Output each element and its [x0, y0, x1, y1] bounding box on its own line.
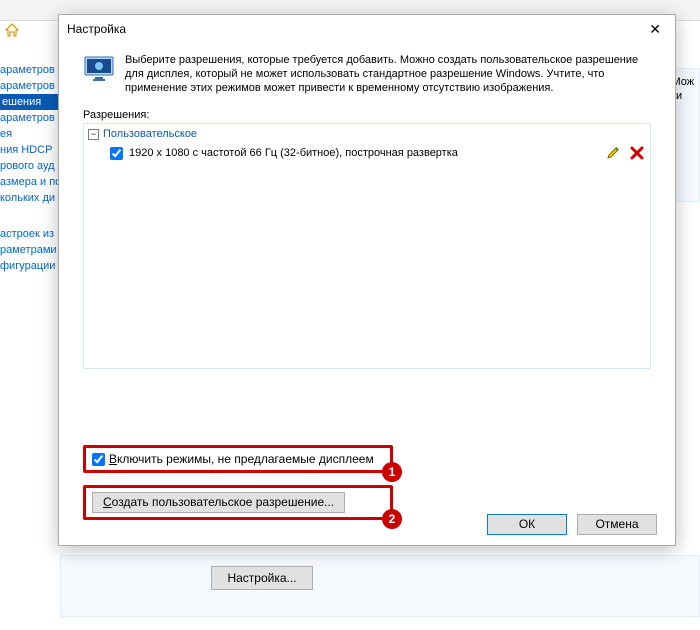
bottom-action-panel: Настройка... — [60, 555, 700, 617]
sidebar-item[interactable]: азмера и по — [0, 174, 60, 190]
annotation-badge-1: 1 — [382, 462, 402, 482]
annotation-badge-2: 2 — [382, 509, 402, 529]
create-custom-resolution-button[interactable]: Создать пользовательское разрешение... — [92, 492, 345, 513]
delete-icon[interactable] — [630, 146, 644, 160]
group-header[interactable]: − Пользовательское — [88, 128, 646, 140]
collapse-icon[interactable]: − — [88, 129, 99, 140]
sidebar-item[interactable]: араметров — [0, 62, 60, 78]
dialog-footer: ОК Отмена — [487, 514, 657, 535]
bg-toolbar-icons — [0, 20, 46, 40]
monitor-icon — [83, 53, 115, 85]
resolution-row[interactable]: 1920 x 1080 с частотой 66 Гц (32-битное)… — [88, 144, 646, 162]
sidebar-item[interactable]: рового ауд — [0, 158, 60, 174]
customize-dialog: Настройка ✕ Выберите разрешения, которые… — [58, 14, 676, 546]
group-title: Пользовательское — [103, 128, 197, 140]
dialog-title: Настройка — [67, 15, 126, 43]
sidebar-item[interactable]: астроек из — [0, 226, 60, 242]
resolution-label: 1920 x 1080 с частотой 66 Гц (32-битное)… — [129, 147, 458, 159]
close-icon[interactable]: ✕ — [643, 15, 667, 43]
ok-button[interactable]: ОК — [487, 514, 567, 535]
sidebar-item[interactable]: ея — [0, 126, 60, 142]
enable-modes-checkbox[interactable]: Включить режимы, не предлагаемые дисплее… — [92, 452, 384, 466]
dialog-titlebar[interactable]: Настройка ✕ — [59, 15, 675, 43]
settings-button[interactable]: Настройка... — [211, 566, 313, 590]
sidebar-item[interactable]: фигурации — [0, 258, 60, 274]
sidebar-item[interactable]: раметрами — [0, 242, 60, 258]
sidebar-nav: араметровараметровешенияараметровеяния H… — [0, 62, 60, 274]
edit-icon[interactable] — [606, 146, 620, 160]
sidebar-item[interactable]: араметров — [0, 110, 60, 126]
row-actions — [606, 146, 644, 160]
resolutions-caption: Разрешения: — [83, 109, 651, 121]
highlight-create-resolution: Создать пользовательское разрешение... 2 — [83, 485, 393, 520]
resolutions-list[interactable]: − Пользовательское 1920 x 1080 с частото… — [83, 123, 651, 369]
sidebar-item[interactable]: араметров — [0, 78, 60, 94]
sidebar-item[interactable]: ешения — [0, 94, 60, 110]
sidebar-item[interactable]: ния HDCP — [0, 142, 60, 158]
enable-modes-label: Включить режимы, не предлагаемые дисплее… — [109, 452, 374, 466]
enable-modes-input[interactable] — [92, 453, 105, 466]
sidebar-item[interactable]: кольких ди — [0, 190, 60, 206]
cancel-button[interactable]: Отмена — [577, 514, 657, 535]
highlight-enable-modes: Включить режимы, не предлагаемые дисплее… — [83, 445, 393, 473]
intro-text: Выберите разрешения, которые требуется д… — [125, 53, 651, 95]
home-icon[interactable] — [4, 22, 20, 38]
resolution-checkbox[interactable] — [110, 147, 123, 160]
